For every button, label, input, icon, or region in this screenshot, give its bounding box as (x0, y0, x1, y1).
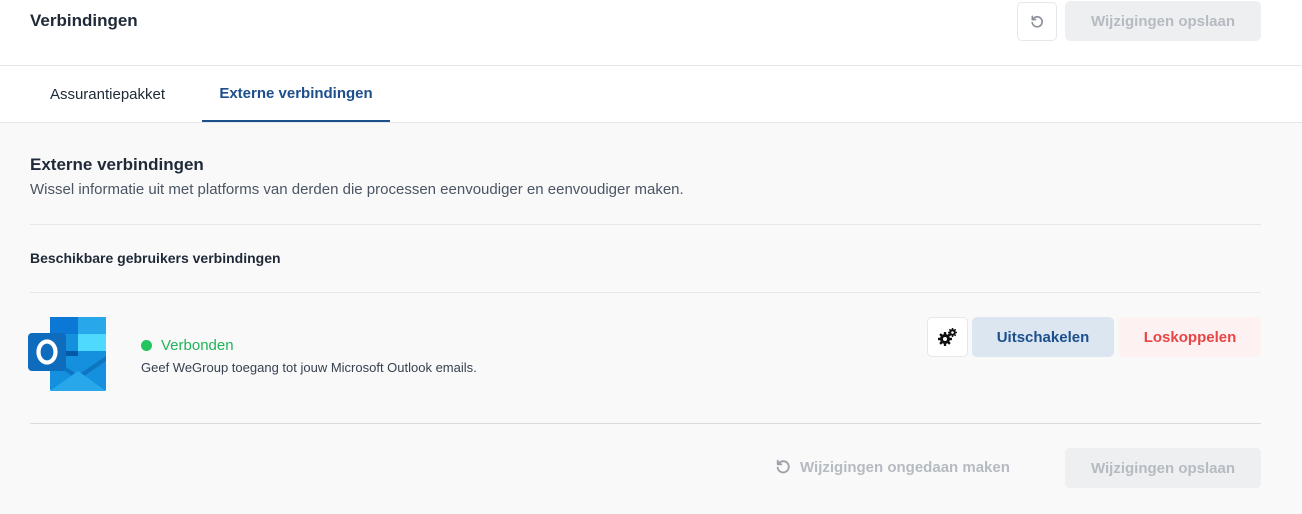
tab-externe-verbindingen[interactable]: Externe verbindingen (202, 66, 390, 122)
settings-button[interactable] (927, 317, 968, 357)
revert-label: Wijzigingen ongedaan maken (800, 458, 1010, 476)
disconnect-button[interactable]: Loskoppelen (1119, 317, 1261, 357)
disable-button[interactable]: Uitschakelen (972, 317, 1114, 357)
divider (30, 292, 1261, 293)
save-button-top[interactable]: Wijzigingen opslaan (1065, 1, 1261, 41)
undo-icon (1031, 15, 1043, 28)
tab-assurantiepakket[interactable]: Assurantiepakket (30, 66, 185, 122)
tab-bar: Assurantiepakket Externe verbindingen (0, 66, 1302, 123)
gears-icon (937, 328, 957, 346)
section-title: Externe verbindingen (30, 155, 204, 174)
divider (30, 224, 1261, 225)
section-description: Wissel informatie uit met platforms van … (30, 181, 684, 198)
revert-changes-button[interactable]: Wijzigingen ongedaan maken (774, 458, 1010, 476)
top-bar: Verbindingen Wijzigingen opslaan (0, 0, 1302, 66)
status-text: Verbonden (161, 337, 234, 354)
connection-status: Verbonden (141, 337, 234, 354)
available-connections-title: Beschikbare gebruikers verbindingen (30, 250, 281, 266)
page-title: Verbindingen (30, 11, 138, 30)
outlook-icon (28, 317, 106, 391)
undo-icon (776, 459, 790, 474)
save-button-bottom[interactable]: Wijzigingen opslaan (1065, 448, 1261, 488)
connection-description: Geef WeGroup toegang tot jouw Microsoft … (141, 360, 477, 375)
undo-button[interactable] (1017, 2, 1057, 41)
status-dot (141, 340, 152, 351)
divider (30, 423, 1261, 424)
